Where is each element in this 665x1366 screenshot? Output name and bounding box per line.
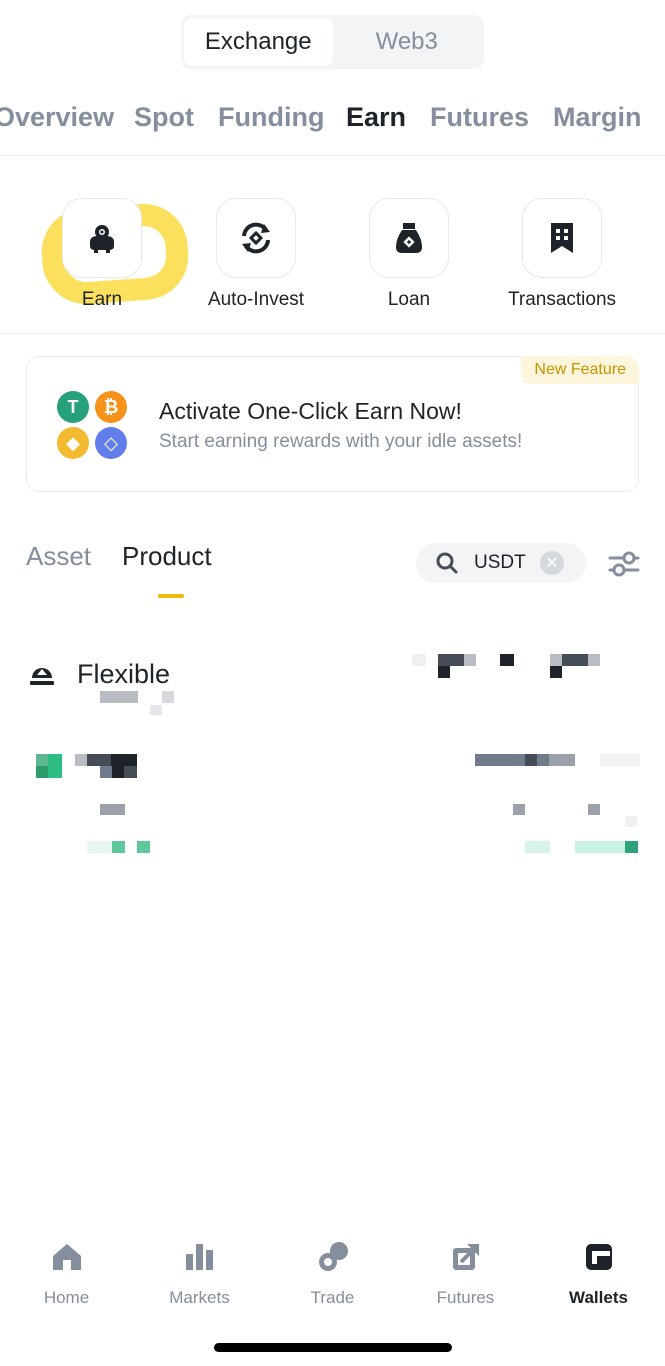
home-icon	[52, 1244, 81, 1270]
earn-label: Earn	[81, 289, 123, 310]
loan-label: Loan	[387, 289, 431, 310]
quick-action-transactions[interactable]: Transactions	[482, 196, 642, 311]
clear-search-icon[interactable]: ✕	[540, 551, 564, 575]
auto-invest-icon	[242, 222, 270, 254]
loan-bag-icon	[396, 223, 422, 253]
segment-exchange[interactable]: Exchange	[184, 18, 333, 66]
one-click-earn-banner[interactable]: New Feature T ₿ ◆ ◇ Activate One-Click E…	[26, 356, 639, 492]
tab-spot[interactable]: Spot	[134, 102, 194, 133]
tab-futures[interactable]: Futures	[430, 102, 529, 133]
nav-home[interactable]: Home	[0, 1234, 133, 1308]
tab-product[interactable]: Product	[122, 541, 212, 572]
segment-web3[interactable]: Web3	[333, 18, 482, 66]
quick-action-loan[interactable]: Loan	[329, 196, 489, 311]
exchange-web3-switch: Exchange Web3	[181, 15, 484, 69]
flexible-icon	[30, 668, 54, 685]
nav-futures[interactable]: Futures	[399, 1234, 532, 1308]
piggy-bank-icon	[90, 225, 114, 253]
nav-markets[interactable]: Markets	[133, 1234, 266, 1308]
tab-underline	[158, 594, 184, 598]
bottom-navigation: Home Markets Trade Futures Wallets	[0, 1234, 665, 1314]
nav-markets-label: Markets	[169, 1288, 230, 1307]
tab-earn[interactable]: Earn	[346, 102, 406, 133]
nav-futures-label: Futures	[436, 1288, 495, 1307]
tab-overview[interactable]: Overview	[0, 102, 114, 133]
search-value: USDT	[474, 552, 526, 573]
transactions-button[interactable]	[522, 198, 602, 278]
nav-home-label: Home	[43, 1288, 90, 1307]
futures-icon	[452, 1244, 479, 1270]
quick-action-auto-invest[interactable]: Auto-Invest	[176, 196, 336, 311]
account-tabs: Overview Spot Funding Earn Futures Margi…	[0, 96, 665, 156]
home-indicator	[214, 1343, 452, 1352]
tab-margin[interactable]: Margin	[553, 102, 642, 133]
eth-coin-icon: ◇	[95, 427, 127, 459]
auto-invest-label: Auto-Invest	[207, 289, 305, 310]
tab-funding[interactable]: Funding	[218, 102, 324, 133]
banner-subtitle: Start earning rewards with your idle ass…	[159, 431, 523, 452]
search-input[interactable]: USDT ✕	[416, 543, 586, 583]
new-feature-badge: New Feature	[521, 356, 639, 384]
earn-button[interactable]	[62, 198, 142, 278]
loan-button[interactable]	[369, 198, 449, 278]
nav-wallets-label: Wallets	[569, 1288, 628, 1307]
receipt-icon	[551, 223, 573, 253]
usdt-coin-icon: T	[57, 391, 89, 423]
nav-trade[interactable]: Trade	[266, 1234, 399, 1308]
nav-trade-label: Trade	[310, 1288, 355, 1307]
nav-wallets[interactable]: Wallets	[532, 1234, 665, 1308]
transactions-label: Transactions	[507, 289, 617, 310]
search-icon	[436, 552, 458, 574]
flexible-label: Flexible	[77, 659, 171, 689]
banner-title: Activate One-Click Earn Now!	[159, 398, 462, 424]
wallet-icon	[585, 1244, 612, 1270]
coin-cluster: T ₿ ◆ ◇	[57, 391, 129, 459]
quick-actions: Earn Auto-Invest Loan Transactions	[0, 196, 665, 334]
trade-icon	[318, 1242, 348, 1271]
filter-icon[interactable]	[606, 549, 642, 579]
btc-coin-icon: ₿	[95, 391, 127, 423]
markets-icon	[185, 1244, 213, 1270]
auto-invest-button[interactable]	[216, 198, 296, 278]
bnb-coin-icon: ◆	[57, 427, 89, 459]
tab-asset[interactable]: Asset	[26, 541, 91, 572]
